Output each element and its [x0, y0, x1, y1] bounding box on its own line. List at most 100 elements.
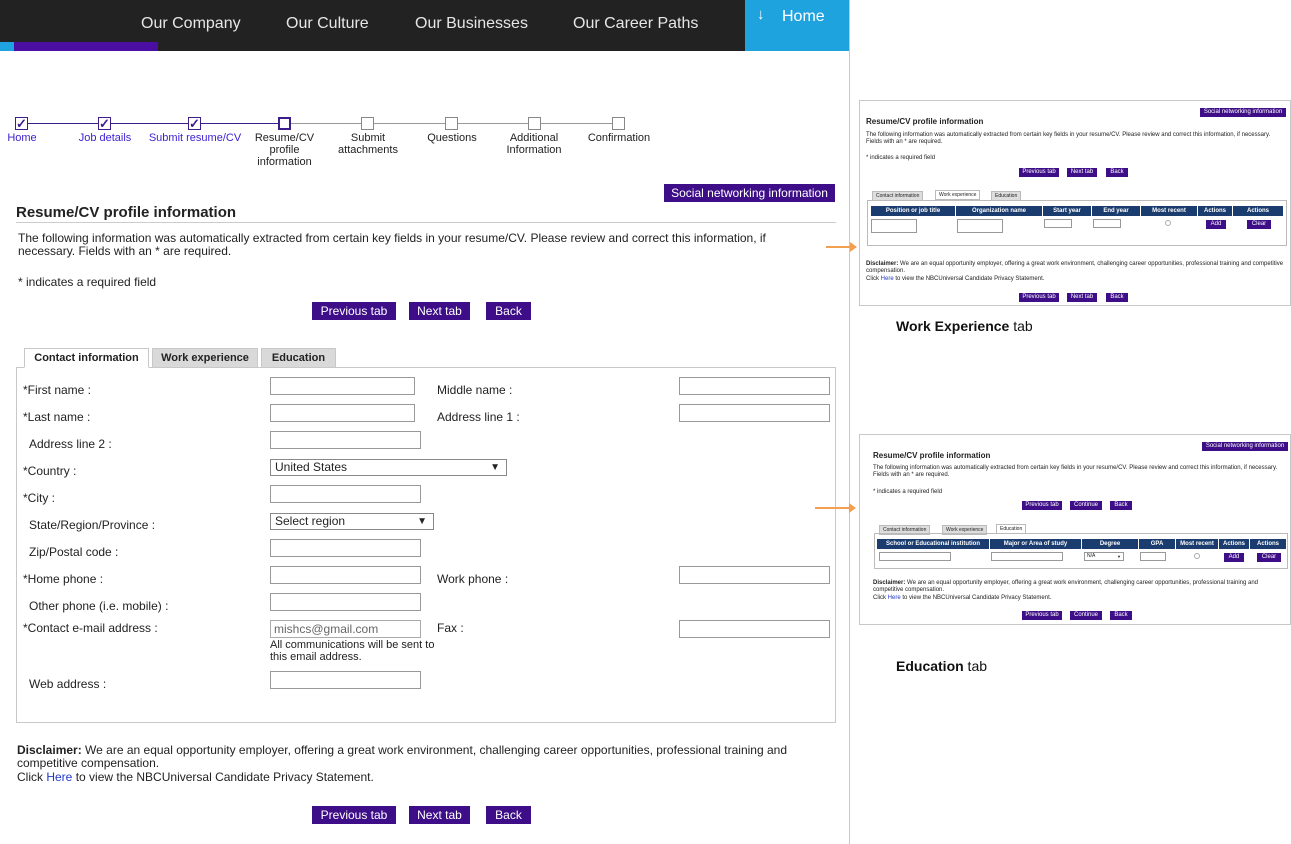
previous-tab-button[interactable]: Previous tab	[312, 302, 396, 320]
thumb-back-button: Back	[1106, 168, 1128, 177]
nav-our-company[interactable]: Our Company	[141, 15, 241, 33]
next-tab-button-bottom[interactable]: Next tab	[409, 806, 470, 824]
thumb-col-actions: Actions	[1198, 206, 1232, 216]
step-label-questions: Questions	[427, 132, 477, 144]
state-label: State/Region/Province :	[29, 518, 156, 532]
next-tab-button[interactable]: Next tab	[409, 302, 470, 320]
step-checked-icon: ✓	[188, 116, 201, 131]
thumb-col-end-year: End year	[1092, 206, 1140, 216]
thumb-col-position: Position or job title	[871, 206, 955, 216]
thumb2-col-gpa: GPA	[1139, 539, 1175, 549]
other-phone-input[interactable]	[270, 593, 421, 611]
progress-line-done	[28, 123, 278, 124]
address-line-2-label: Address line 2 :	[29, 437, 112, 451]
back-button[interactable]: Back	[486, 302, 531, 320]
thumb-col-start-year: Start year	[1043, 206, 1091, 216]
zip-input[interactable]	[270, 539, 421, 557]
thumb-privacy-click: Click	[866, 276, 881, 282]
dropdown-arrow-icon: ▼	[417, 516, 427, 527]
tab-education[interactable]: Education	[261, 348, 336, 368]
privacy-tail: to view the NBCUniversal Candidate Priva…	[72, 770, 374, 784]
tab-work-experience[interactable]: Work experience	[152, 348, 258, 368]
step-label-resume-profile: Resume/CV profile information	[254, 132, 315, 168]
accent-strip-purple	[14, 42, 158, 51]
thumb2-prev-button-bottom: Previous tab	[1022, 611, 1062, 620]
state-select-value: Select region	[275, 514, 346, 528]
thumb-disclaimer-label: Disclaimer:	[866, 261, 899, 267]
nav-our-career-paths[interactable]: Our Career Paths	[573, 15, 698, 33]
thumb-add-button: Add	[1206, 220, 1226, 229]
tab-contact-information[interactable]: Contact information	[24, 348, 149, 368]
thumb2-degree-value: N/A	[1087, 553, 1096, 559]
step-label-submit-resume[interactable]: Submit resume/CV	[145, 132, 245, 144]
thumb2-school-input	[879, 552, 951, 561]
arrow-down-icon: ↓	[757, 6, 765, 23]
country-label: *Country :	[23, 464, 77, 478]
email-input[interactable]: mishcs@gmail.com	[270, 620, 421, 638]
thumb2-intro: The following information was automatica…	[873, 465, 1278, 478]
privacy-line: Click Here to view the NBCUniversal Cand…	[17, 771, 374, 784]
thumb2-continue-button: Continue	[1070, 501, 1102, 510]
nav-our-culture[interactable]: Our Culture	[286, 15, 369, 33]
web-address-input[interactable]	[270, 671, 421, 689]
education-caption: Education tab	[896, 658, 987, 674]
thumb-back-button-bottom: Back	[1106, 293, 1128, 302]
country-select[interactable]: United States ▼	[270, 459, 507, 476]
thumb2-privacy-click: Click	[873, 595, 888, 601]
arrow-right-icon	[826, 242, 857, 252]
last-name-input[interactable]	[270, 404, 415, 422]
thumb2-gpa-input	[1140, 552, 1166, 561]
work-caption-rest: tab	[1009, 318, 1033, 334]
thumb2-back-button-bottom: Back	[1110, 611, 1132, 620]
previous-tab-button-bottom[interactable]: Previous tab	[312, 806, 396, 824]
work-phone-input[interactable]	[679, 566, 830, 584]
education-thumbnail: Social networking information Resume/CV …	[859, 434, 1291, 625]
thumb2-col-school: School or Educational institution	[877, 539, 989, 549]
city-input[interactable]	[270, 485, 421, 503]
step-checked-icon: ✓	[15, 116, 28, 131]
thumb2-privacy-tail: to view the NBCUniversal Candidate Priva…	[900, 595, 1052, 601]
thumb-prev-button-bottom: Previous tab	[1019, 293, 1059, 302]
thumb-social-button: Social networking information	[1200, 108, 1286, 117]
thumb2-col-actions-2: Actions	[1250, 539, 1286, 549]
nav-home-tab[interactable]: ↓ Home	[745, 0, 849, 51]
social-networking-button[interactable]: Social networking information	[664, 184, 835, 202]
work-phone-label: Work phone :	[437, 572, 509, 586]
address-line-1-input[interactable]	[679, 404, 830, 422]
thumb-start-input	[1044, 219, 1072, 228]
thumb2-prev-button: Previous tab	[1022, 501, 1062, 510]
title-divider	[16, 222, 836, 223]
thumb2-disclaimer-text: We are an equal opportunity employer, of…	[873, 580, 1259, 593]
step-pending-icon	[528, 117, 541, 130]
panel-divider	[849, 0, 850, 844]
address-line-2-input[interactable]	[270, 431, 421, 449]
country-select-value: United States	[275, 460, 348, 474]
privacy-click: Click	[17, 770, 47, 784]
step-current-icon	[278, 117, 291, 130]
disclaimer-label: Disclaimer:	[17, 743, 82, 757]
step-label-home[interactable]: Home	[0, 132, 62, 144]
step-pending-icon	[361, 117, 374, 130]
nav-our-businesses[interactable]: Our Businesses	[415, 15, 528, 33]
web-address-label: Web address :	[29, 677, 107, 691]
first-name-input[interactable]	[270, 377, 415, 395]
middle-name-label: Middle name :	[437, 383, 513, 397]
thumb-tab-work: Work experience	[935, 190, 981, 200]
thumb2-disclaimer: Disclaimer: We are an equal opportunity …	[873, 580, 1287, 594]
thumb2-col-actions: Actions	[1219, 539, 1249, 549]
back-button-bottom[interactable]: Back	[486, 806, 531, 824]
middle-name-input[interactable]	[679, 377, 830, 395]
step-label-job-details[interactable]: Job details	[75, 132, 135, 144]
thumb2-privacy-here: Here	[887, 595, 901, 601]
home-phone-input[interactable]	[270, 566, 421, 584]
city-label: *City :	[23, 491, 56, 505]
privacy-here-link[interactable]: Here	[46, 770, 72, 784]
disclaimer-text: We are an equal opportunity employer, of…	[17, 743, 788, 770]
other-phone-label: Other phone (i.e. mobile) :	[29, 599, 169, 613]
thumb2-title: Resume/CV profile information	[873, 451, 991, 460]
home-phone-label: *Home phone :	[23, 572, 104, 586]
step-pending-icon	[612, 117, 625, 130]
email-note: All communications will be sent to this …	[270, 639, 435, 663]
fax-input[interactable]	[679, 620, 830, 638]
state-select[interactable]: Select region ▼	[270, 513, 434, 530]
